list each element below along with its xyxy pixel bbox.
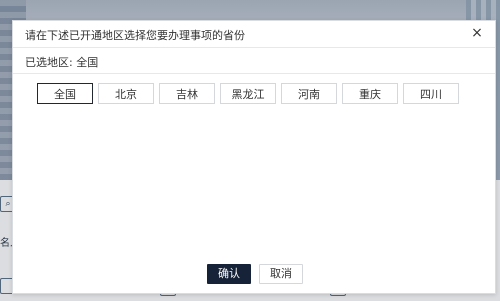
region-option-jilin[interactable]: 吉林 xyxy=(159,83,215,104)
cancel-button[interactable]: 取消 xyxy=(259,264,303,284)
region-option-chongqing[interactable]: 重庆 xyxy=(342,83,398,104)
region-select-dialog: 请在下述已开通地区选择您要办理事项的省份 × 已选地区: 全国 全国 北京 吉林… xyxy=(12,20,496,294)
region-option-sichuan[interactable]: 四川 xyxy=(403,83,459,104)
region-option-henan[interactable]: 河南 xyxy=(281,83,337,104)
dialog-title: 请在下述已开通地区选择您要办理事项的省份 xyxy=(25,29,245,42)
close-icon: × xyxy=(471,25,483,41)
confirm-button[interactable]: 确认 xyxy=(207,264,251,284)
selected-region-line: 已选地区: 全国 xyxy=(25,54,98,70)
dialog-header: 请在下述已开通地区选择您要办理事项的省份 × xyxy=(13,21,495,48)
region-list: 全国 北京 吉林 黑龙江 河南 重庆 四川 xyxy=(37,83,459,104)
selected-region-value: 全国 xyxy=(76,56,99,69)
close-button[interactable]: × xyxy=(469,25,485,41)
region-option-beijing[interactable]: 北京 xyxy=(98,83,154,104)
selected-region-label: 已选地区: xyxy=(25,56,73,69)
region-option-heilongjiang[interactable]: 黑龙江 xyxy=(220,83,276,104)
dialog-divider xyxy=(13,73,495,74)
region-option-quanguo[interactable]: 全国 xyxy=(37,83,93,104)
